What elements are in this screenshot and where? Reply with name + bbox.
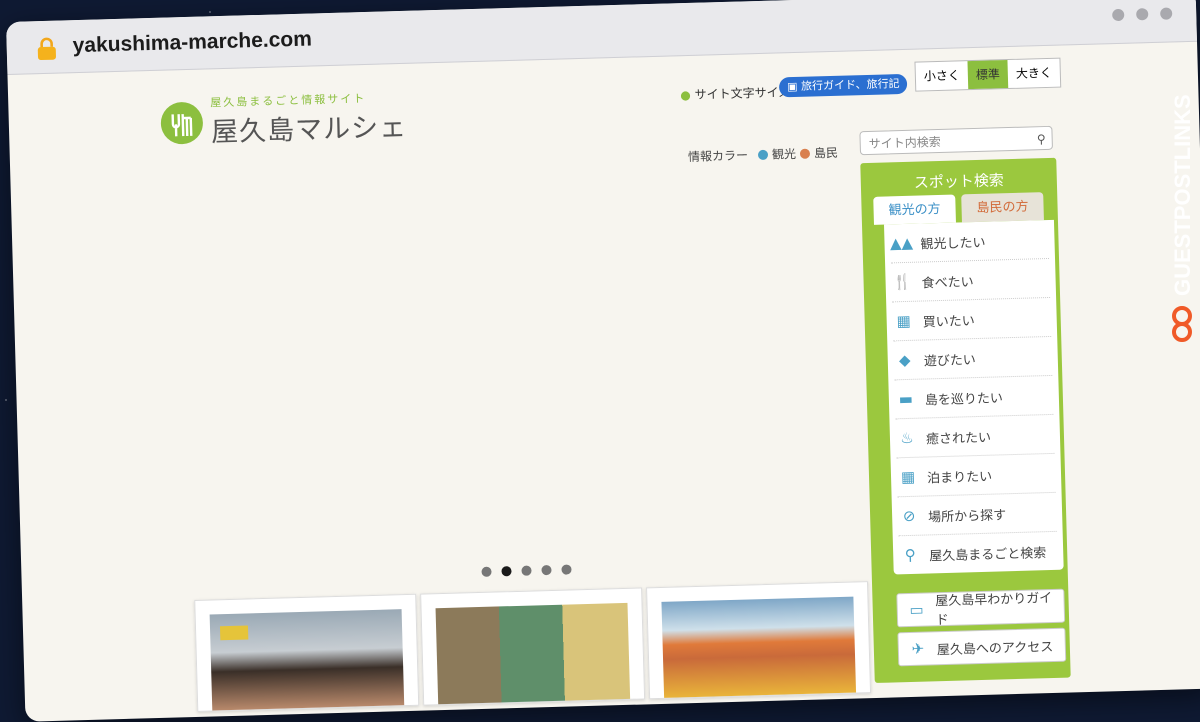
logo-mark-icon: [160, 101, 204, 145]
info-color-resident: 島民: [813, 145, 839, 161]
info-color-label: 情報カラー: [687, 148, 749, 165]
menu-item-label: 食べたい: [921, 274, 974, 292]
site-search-input[interactable]: サイト内検索 ⚲: [859, 125, 1053, 156]
window-dot[interactable]: [1112, 8, 1125, 22]
hot-spring-icon: ♨: [899, 428, 914, 448]
quick-guide-button[interactable]: ▭ 屋久島早わかりガイド: [896, 588, 1066, 629]
slider-dot[interactable]: [561, 564, 572, 575]
lock-icon: [37, 37, 56, 61]
menu-item-label: 島を巡りたい: [924, 390, 1004, 408]
access-label: 屋久島へのアクセス: [936, 639, 1054, 658]
slider-pagination: [481, 564, 572, 577]
window-dot[interactable]: [1160, 7, 1173, 20]
window-controls: [1112, 7, 1173, 22]
site-logo[interactable]: 屋久島まるごと情報サイト 屋久島マルシェ: [160, 89, 408, 151]
menu-item-relax[interactable]: ♨ 癒されたい: [895, 414, 1055, 459]
access-button[interactable]: ✈ 屋久島へのアクセス: [897, 627, 1067, 667]
book-icon: ▭: [909, 600, 924, 619]
tab-resident[interactable]: 島民の方: [961, 192, 1044, 223]
menu-item-tour[interactable]: ▬ 島を巡りたい: [894, 375, 1054, 420]
resident-color-dot: [799, 148, 811, 159]
menu-item-label: 泊まりたい: [926, 469, 993, 486]
photo-card[interactable]: [646, 581, 872, 700]
font-size-small[interactable]: 小さく: [915, 61, 968, 90]
building-icon: ▦: [900, 467, 916, 487]
info-color-legend: 情報カラー 観光 島民: [688, 144, 838, 165]
menu-item-full-search[interactable]: ⚲ 屋久島まるごと検索: [899, 532, 1058, 574]
photo-driver: [209, 609, 405, 711]
travel-guide-label: 旅行ガイド、旅行記: [800, 77, 900, 93]
slider-dot-active[interactable]: [501, 566, 512, 577]
photo-collage: [435, 602, 631, 705]
slider-dot[interactable]: [521, 565, 532, 576]
browser-window: yakushima-marche.com 屋久島まるごと情報サイト 屋久島マルシ…: [6, 0, 1200, 722]
site-text-label: サイト文字サイズ: [694, 85, 791, 102]
menu-item-label: 遊びたい: [923, 352, 977, 370]
tourist-color-dot: [757, 149, 769, 160]
mountain-icon: ▲▲: [889, 233, 914, 253]
spot-search-menu: ▲▲ 観光したい 🍴 食べたい ▦ 買いたい ◆ 遊びたい ▬ 島を巡りたい ♨…: [883, 219, 1064, 575]
pin-icon: ⚲: [904, 545, 916, 565]
spot-search-title: スポット検索: [913, 171, 1005, 192]
logo-title: 屋久島マルシェ: [210, 111, 408, 149]
photo-card[interactable]: [194, 593, 420, 712]
photo-card[interactable]: [420, 587, 646, 706]
search-placeholder: サイト内検索: [868, 134, 941, 151]
menu-item-label: 場所から探す: [927, 507, 1007, 525]
travel-guide-button[interactable]: ▣ 旅行ガイド、旅行記: [778, 73, 908, 98]
info-color-tourist: 観光: [771, 146, 797, 162]
menu-item-label: 屋久島まるごと検索: [929, 545, 1047, 564]
menu-item-play[interactable]: ◆ 遊びたい: [893, 336, 1053, 381]
page-content: 屋久島まるごと情報サイト 屋久島マルシェ ● サイト文字サイズ ▣ 旅行ガイド、…: [7, 42, 1200, 722]
plane-icon: ✈: [911, 639, 925, 658]
basket-icon: ▦: [896, 311, 912, 331]
svg-text:GUESTPOSTLINKS: GUESTPOSTLINKS: [1170, 94, 1195, 296]
fish-icon: ◆: [898, 350, 911, 370]
quick-guide-label: 屋久島早わかりガイド: [935, 591, 1053, 629]
fork-knife-icon: 🍴: [893, 272, 913, 292]
tab-tourist[interactable]: 観光の方: [873, 194, 956, 225]
font-size-standard[interactable]: 標準: [967, 60, 1009, 90]
photo-faces: [661, 596, 857, 698]
menu-item-shop[interactable]: ▦ 買いたい: [892, 297, 1052, 342]
slider-dot[interactable]: [481, 566, 492, 577]
site-text-size-label: ● サイト文字サイズ: [680, 85, 791, 103]
guestpostlinks-watermark: GUESTPOSTLINKS: [1170, 94, 1195, 342]
font-size-switcher: 小さく 標準 大きく: [914, 57, 1062, 92]
menu-item-label: 買いたい: [922, 313, 975, 331]
window-dot[interactable]: [1136, 8, 1149, 21]
compass-icon: ⊘: [902, 506, 916, 526]
guide-icon: ▣: [786, 79, 798, 94]
car-icon: ▬: [898, 389, 914, 409]
menu-item-sightseeing[interactable]: ▲▲ 観光したい: [889, 219, 1050, 264]
slider-dot[interactable]: [541, 564, 552, 576]
search-icon[interactable]: ⚲: [1037, 127, 1046, 151]
menu-item-location[interactable]: ⊘ 場所から探す: [897, 492, 1057, 537]
menu-item-label: 癒されたい: [925, 430, 992, 447]
menu-item-eat[interactable]: 🍴 食べたい: [891, 258, 1051, 303]
font-size-large[interactable]: 大きく: [1007, 59, 1060, 88]
menu-item-label: 観光したい: [920, 235, 986, 253]
url-bar[interactable]: yakushima-marche.com: [72, 27, 312, 58]
menu-item-stay[interactable]: ▦ 泊まりたい: [896, 453, 1056, 498]
